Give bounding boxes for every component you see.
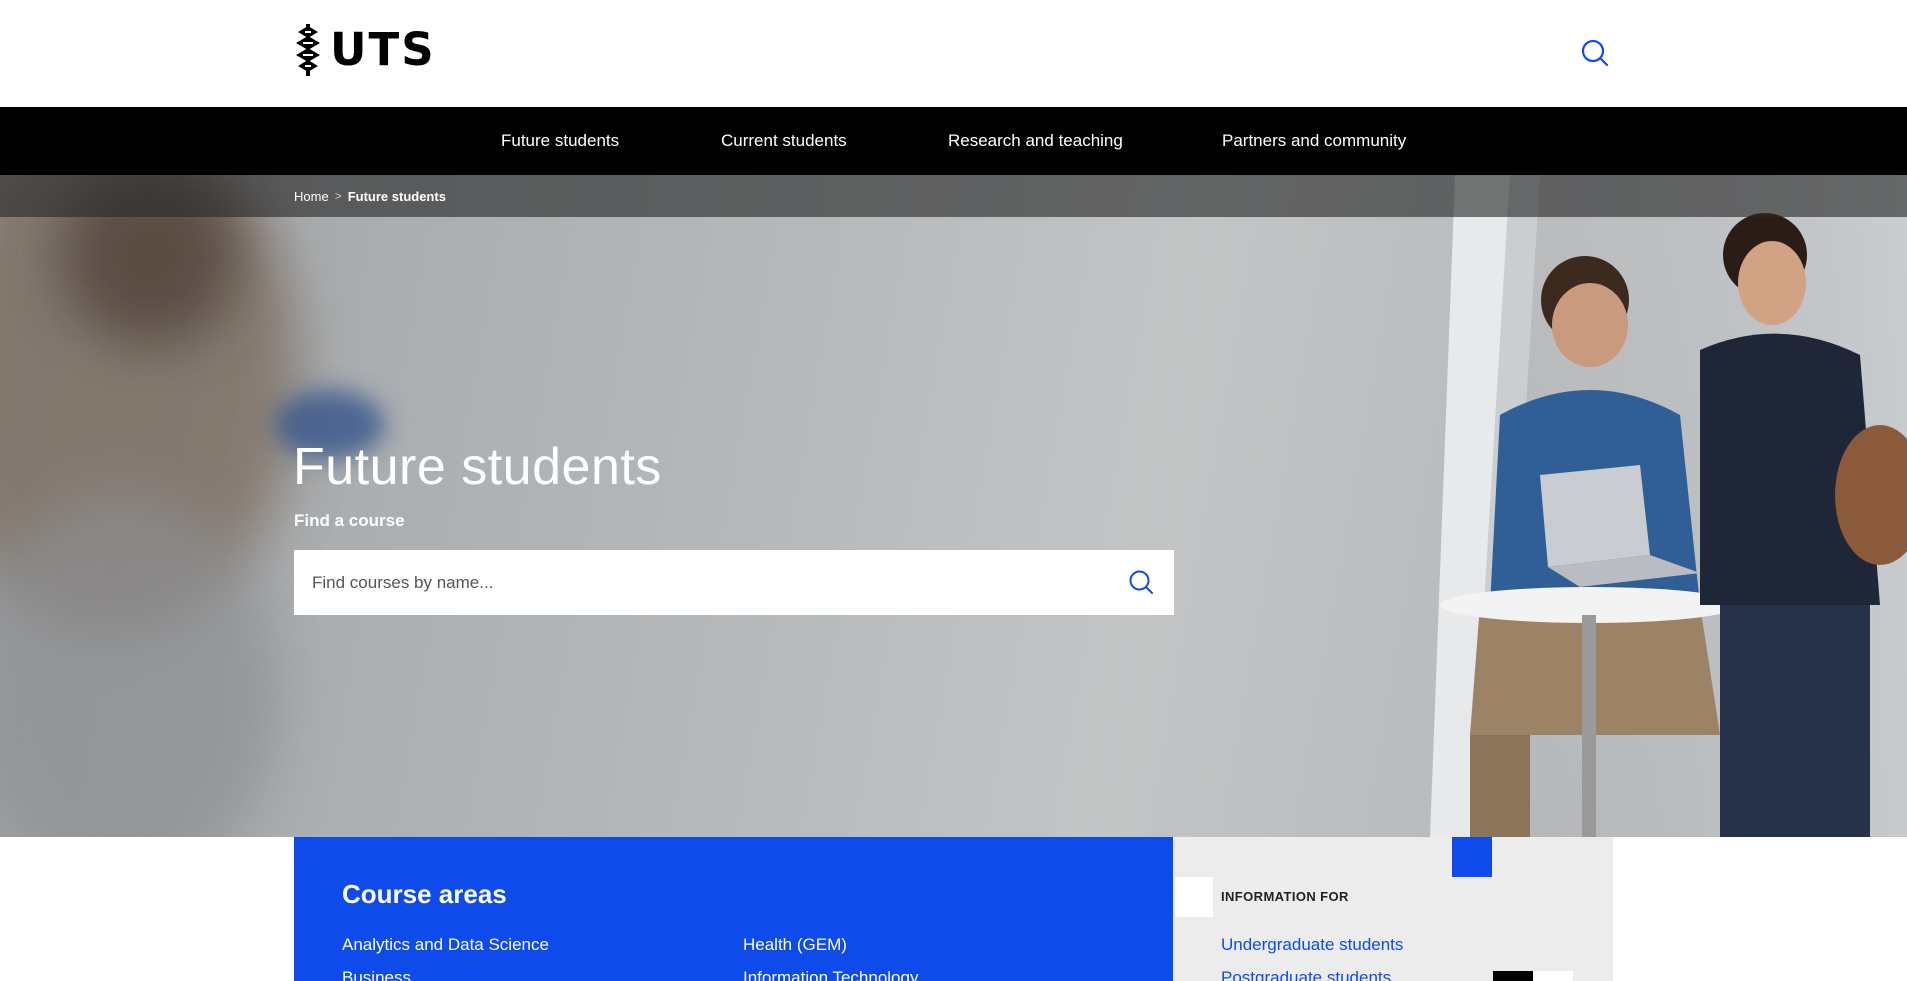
course-area-link[interactable]: Analytics and Data Science <box>342 935 549 955</box>
course-areas-title: Course areas <box>342 879 507 909</box>
course-area-link[interactable]: Health (GEM) <box>743 935 847 955</box>
info-link-undergraduate[interactable]: Undergraduate students <box>1221 935 1403 955</box>
search-icon <box>1581 39 1609 67</box>
breadcrumb-bar: Home > Future students <box>0 175 1907 217</box>
breadcrumb-current: Future students <box>347 188 446 204</box>
decorative-square <box>1175 877 1213 917</box>
site-header: UTS <box>0 0 1907 107</box>
decorative-square <box>1452 837 1492 877</box>
uts-logo[interactable]: UTS <box>294 23 436 77</box>
search-icon <box>1129 570 1153 594</box>
info-link-postgraduate[interactable]: Postgraduate students <box>1221 968 1391 981</box>
page-title: Future students <box>293 438 662 496</box>
course-areas-panel: Course areas Analytics and Data Science … <box>294 837 1173 981</box>
decorative-square <box>1533 971 1573 981</box>
uts-crest-icon <box>296 24 320 76</box>
nav-future-students[interactable]: Future students <box>501 107 619 175</box>
breadcrumb: Home > Future students <box>294 175 446 217</box>
information-for-panel: INFORMATION FOR Undergraduate students P… <box>1173 837 1613 981</box>
hero-banner: Home > Future students Future students F… <box>0 175 1907 837</box>
course-search-box <box>294 550 1174 615</box>
decorative-square <box>1493 971 1533 981</box>
logo-wordmark: UTS <box>330 23 436 76</box>
breadcrumb-separator: > <box>334 189 342 203</box>
nav-current-students[interactable]: Current students <box>721 107 847 175</box>
breadcrumb-home[interactable]: Home <box>294 189 329 204</box>
header-search-button[interactable] <box>1580 38 1612 70</box>
course-area-link[interactable]: Information Technology <box>743 968 918 981</box>
hero-photo <box>0 175 1907 837</box>
course-search-button[interactable] <box>1128 569 1156 597</box>
course-area-link[interactable]: Business <box>342 968 411 981</box>
information-for-heading: INFORMATION FOR <box>1221 889 1349 904</box>
course-search-input[interactable] <box>294 550 1104 615</box>
find-course-label: Find a course <box>294 511 405 530</box>
nav-partners-and-community[interactable]: Partners and community <box>1222 107 1406 175</box>
main-navigation: Future students Current students Researc… <box>0 107 1907 175</box>
nav-research-and-teaching[interactable]: Research and teaching <box>948 107 1123 175</box>
